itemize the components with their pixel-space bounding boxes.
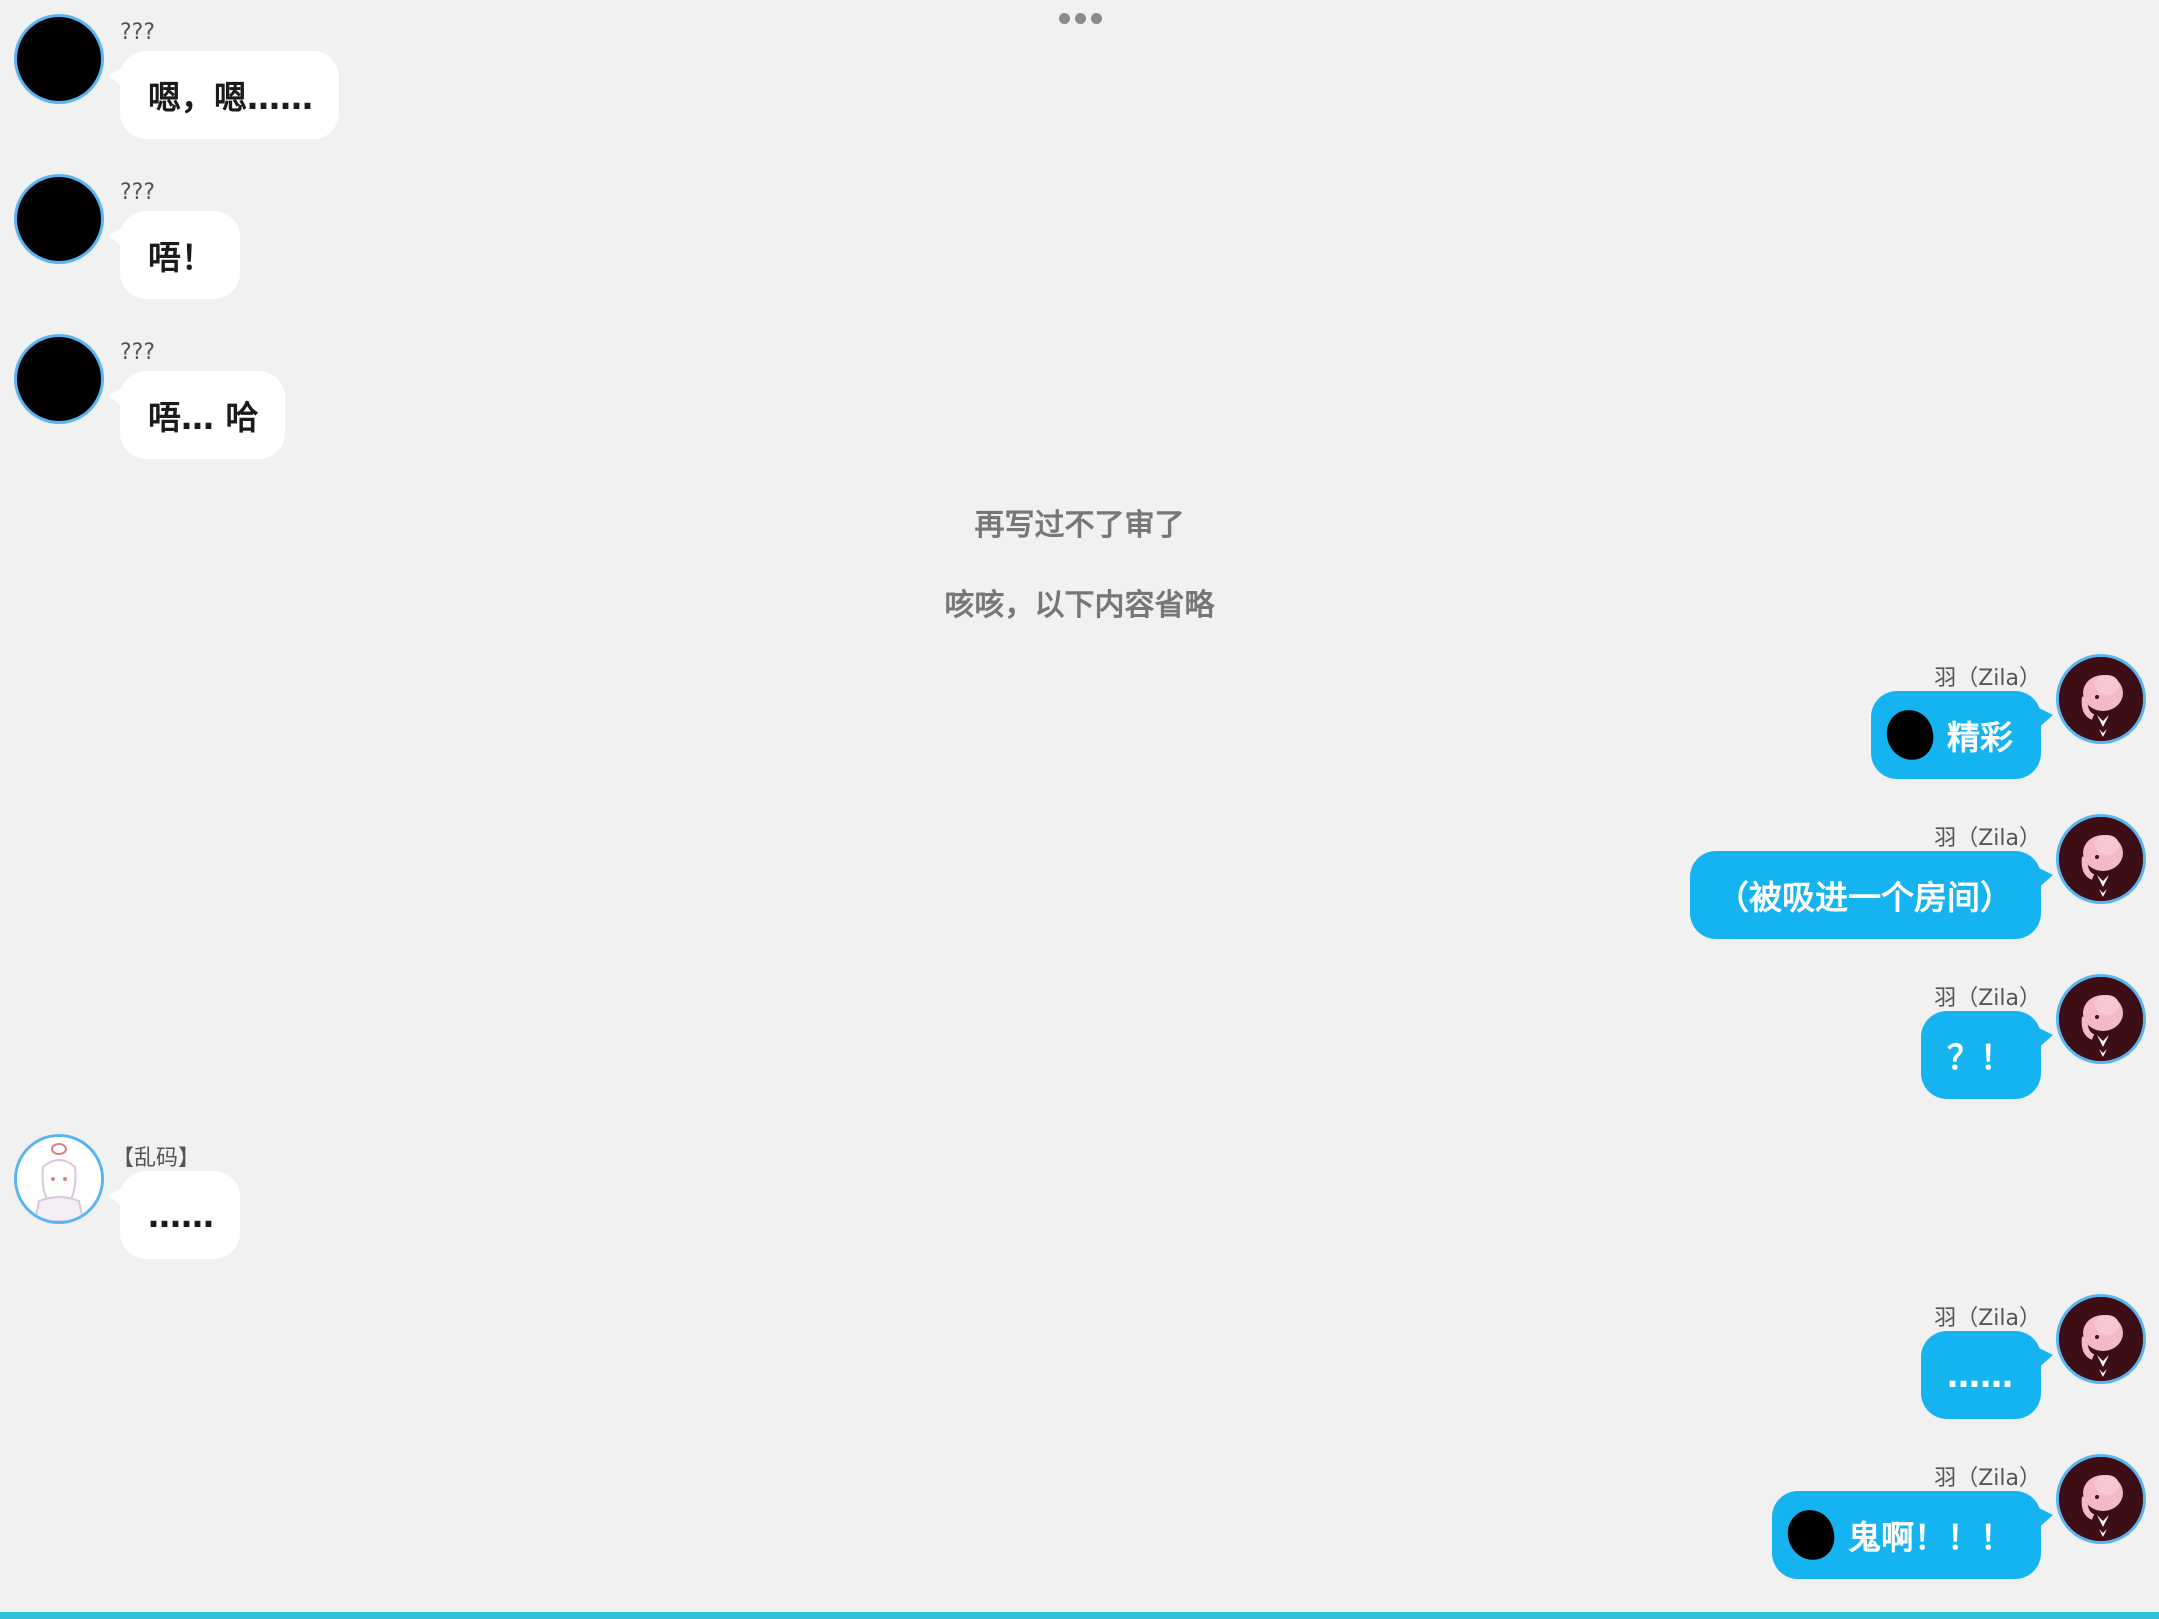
sender-name: ??? [120,340,156,365]
avatar-zila[interactable] [2056,1294,2146,1384]
redaction-blot [1784,1507,1838,1563]
message-text: …… [148,1195,214,1235]
message-text: 精彩 [1947,718,2013,757]
narration-line: 咳咳，以下内容省略 [944,588,1215,623]
dot [1091,13,1102,24]
sender-name: 【乱码】 [112,1146,201,1171]
message-text: （被吸进一个房间） [1716,878,2013,917]
sender-name: 羽（Zila） [1934,826,2041,851]
redaction-blot [1883,707,1937,763]
message-bubble[interactable]: 唔！ [108,211,240,299]
message-bubble[interactable]: ？！ [1921,1011,2053,1099]
character-sketch-icon [17,1137,101,1221]
message-bubble[interactable]: （被吸进一个房间） [1690,851,2053,939]
avatar-unknown[interactable] [14,14,104,104]
sender-name: ??? [120,20,156,45]
avatar-garbled[interactable] [14,1134,104,1224]
sender-name: 羽（Zila） [1934,666,2041,691]
narration-line: 再写过不了审了 [974,508,1185,543]
sender-name: 羽（Zila） [1934,1466,2041,1491]
avatar-zila[interactable] [2056,974,2146,1064]
avatar-zila[interactable] [2056,1454,2146,1544]
message-text: 鬼啊！！！ [1848,1518,2013,1557]
dot [1059,13,1070,24]
sender-name: 羽（Zila） [1934,1306,2041,1331]
message-bubble[interactable]: 唔… 哈 [108,371,285,459]
character-portrait-icon [2059,1457,2143,1541]
message-bubble[interactable]: …… [108,1171,240,1259]
message-text: 嗯，嗯…… [148,78,313,117]
character-portrait-icon [2059,977,2143,1061]
message-text: 唔… 哈 [148,398,259,437]
character-portrait-icon [2059,817,2143,901]
dot [1075,13,1086,24]
message-text: ？！ [1947,1038,2013,1077]
message-text: 唔！ [148,238,214,277]
character-portrait-icon [2059,1297,2143,1381]
bottom-accent-bar [0,1612,2159,1619]
avatar-unknown[interactable] [14,334,104,424]
sender-name: ??? [120,180,156,205]
message-bubble[interactable]: …… [1921,1331,2053,1419]
more-options-icon[interactable] [1059,13,1102,24]
message-text: …… [1947,1355,2013,1395]
avatar-zila[interactable] [2056,814,2146,904]
avatar-zila[interactable] [2056,654,2146,744]
message-bubble[interactable]: 嗯，嗯…… [108,51,339,139]
message-bubble[interactable]: 鬼啊！！！ [1772,1491,2053,1579]
message-bubble[interactable]: 精彩 [1871,691,2053,779]
avatar-unknown[interactable] [14,174,104,264]
sender-name: 羽（Zila） [1934,986,2041,1011]
character-portrait-icon [2059,657,2143,741]
